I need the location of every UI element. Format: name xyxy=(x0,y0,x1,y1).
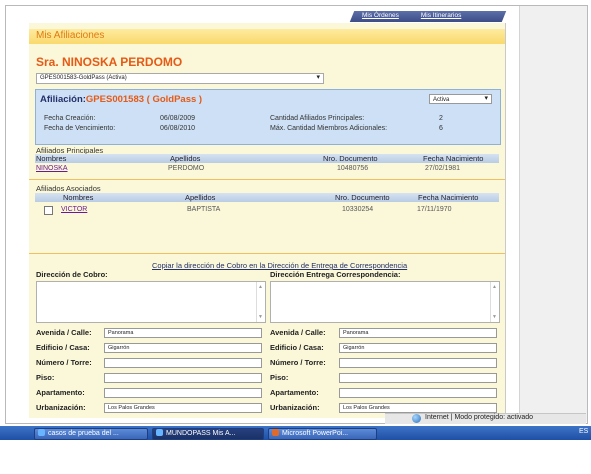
associates-header: Nombres Apellidos Nro. Documento Fecha N… xyxy=(35,193,499,202)
principal-count-label: Cantidad Afiliados Principales: xyxy=(270,115,365,122)
taskbar-item-ie-casos[interactable]: casos de prueba del ... xyxy=(34,428,148,440)
client-name: Sra. NINOSKA PERDOMO xyxy=(36,55,183,69)
affiliation-select-value: GPES001583-GoldPass (Activa) xyxy=(40,75,127,81)
principal-count-value: 2 xyxy=(439,115,443,122)
max-additional-value: 6 xyxy=(439,125,443,132)
scrollbar[interactable]: ▲ ▼ xyxy=(256,282,265,322)
associate-doc: 10330254 xyxy=(342,206,374,213)
chevron-down-icon: ▾ xyxy=(316,74,320,81)
delivery-address-textarea[interactable]: ▲ ▼ xyxy=(270,281,500,323)
taskbar-item-ie-mundopass[interactable]: MUNDOPASS Mis A... xyxy=(152,428,264,440)
delivery-urbanization-label: Urbanización: xyxy=(270,403,320,412)
principal-doc: 10480756 xyxy=(337,165,369,172)
col-nombres: Nombres xyxy=(36,154,67,163)
max-additional-label: Máx. Cantidad Miembros Adicionales: xyxy=(270,125,388,132)
delivery-building-label: Edificio / Casa: xyxy=(270,343,324,352)
billing-urbanization-label: Urbanización: xyxy=(36,403,86,412)
taskbar-item-label: Microsoft PowerPoi... xyxy=(282,430,349,437)
principal-name-link[interactable]: NINOSKA xyxy=(36,165,68,172)
browser-statusbar: Internet | Modo protegido: activado xyxy=(385,413,586,424)
delivery-floor-input[interactable] xyxy=(339,373,497,383)
delivery-number-input[interactable] xyxy=(339,358,497,368)
col-documento: Nro. Documento xyxy=(323,154,378,163)
created-value: 06/08/2009 xyxy=(160,115,196,122)
col-apellidos: Apellidos xyxy=(185,193,216,202)
billing-floor-label: Piso: xyxy=(36,373,55,382)
billing-building-label: Edificio / Casa: xyxy=(36,343,90,352)
affiliation-summary: Afiliación:GPES001583 ( GoldPass ) Activ… xyxy=(35,89,501,145)
top-nav: Mis Órdenes Mis Itinerarios xyxy=(362,12,502,22)
delivery-address-label: Dirección Entrega Correspondencia: xyxy=(270,270,401,279)
expiry-value: 06/08/2010 xyxy=(160,125,196,132)
ie-icon xyxy=(38,429,45,436)
delivery-floor-label: Piso: xyxy=(270,373,289,382)
billing-address-label: Dirección de Cobro: xyxy=(36,270,108,279)
billing-address-textarea[interactable]: ▲ ▼ xyxy=(36,281,266,323)
side-pane xyxy=(519,6,587,422)
billing-street-input[interactable]: Panorama xyxy=(104,328,262,338)
divider xyxy=(29,253,505,254)
powerpoint-icon xyxy=(272,429,279,436)
principal-dob: 27/02/1981 xyxy=(425,165,461,172)
delivery-street-input[interactable]: Panorama xyxy=(339,328,497,338)
associate-dob: 17/11/1970 xyxy=(417,206,452,213)
delivery-apartment-label: Apartamento: xyxy=(270,388,319,397)
status-select[interactable]: Activa ▾ xyxy=(429,94,492,104)
col-documento: Nro. Documento xyxy=(335,193,390,202)
main-content: Mis Afiliaciones Sra. NINOSKA PERDOMO GP… xyxy=(29,23,506,418)
taskbar-item-powerpoint[interactable]: Microsoft PowerPoi... xyxy=(268,428,377,440)
scroll-down-icon: ▼ xyxy=(492,314,497,320)
col-fecha-nacimiento: Fecha Nacimiento xyxy=(418,193,479,202)
col-apellidos: Apellidos xyxy=(170,154,201,163)
billing-building-input[interactable]: Gigarrón xyxy=(104,343,262,353)
scroll-up-icon: ▲ xyxy=(492,284,497,290)
delivery-number-label: Número / Torre: xyxy=(270,358,326,367)
taskbar-item-label: casos de prueba del ... xyxy=(48,430,119,437)
affiliation-select[interactable]: GPES001583-GoldPass (Activa) ▾ xyxy=(36,73,324,84)
expiry-label: Fecha de Vencimiento: xyxy=(44,125,116,132)
associates-title: Afiliados Asociados xyxy=(36,184,101,193)
globe-icon xyxy=(412,414,421,423)
associate-name-link[interactable]: VICTOR xyxy=(61,206,87,213)
language-indicator[interactable]: ES xyxy=(579,428,588,435)
scroll-down-icon: ▼ xyxy=(258,314,263,320)
col-fecha-nacimiento: Fecha Nacimiento xyxy=(423,154,484,163)
nav-link-orders[interactable]: Mis Órdenes xyxy=(362,12,399,22)
billing-floor-input[interactable] xyxy=(104,373,262,383)
billing-urbanization-input[interactable]: Los Palos Grandes xyxy=(104,403,262,413)
status-select-value: Activa xyxy=(433,97,450,103)
billing-number-input[interactable] xyxy=(104,358,262,368)
principals-header: Nombres Apellidos Nro. Documento Fecha N… xyxy=(35,154,499,163)
delivery-apartment-input[interactable] xyxy=(339,388,497,398)
col-nombres: Nombres xyxy=(63,193,94,202)
billing-apartment-label: Apartamento: xyxy=(36,388,85,397)
page-title: Mis Afiliaciones xyxy=(36,30,105,41)
nav-link-itineraries[interactable]: Mis Itinerarios xyxy=(421,12,461,22)
billing-street-label: Avenida / Calle: xyxy=(36,328,92,337)
delivery-urbanization-input[interactable]: Los Palos Grandes xyxy=(339,403,497,413)
affiliation-code: GPES001583 ( GoldPass ) xyxy=(85,94,203,105)
scroll-up-icon: ▲ xyxy=(258,284,263,290)
taskbar-item-label: MUNDOPASS Mis A... xyxy=(166,430,236,437)
affiliation-label: Afiliación: xyxy=(40,94,86,105)
associate-surname: BAPTISTA xyxy=(187,206,221,213)
scrollbar[interactable]: ▲ ▼ xyxy=(490,282,499,322)
taskbar: casos de prueba del ... MUNDOPASS Mis A.… xyxy=(0,426,591,440)
delivery-building-input[interactable]: Gigarrón xyxy=(339,343,497,353)
billing-number-label: Número / Torre: xyxy=(36,358,92,367)
page-header: Mis Afiliaciones xyxy=(29,29,505,44)
chevron-down-icon: ▾ xyxy=(484,95,488,102)
created-label: Fecha Creación: xyxy=(44,115,96,122)
affiliation-heading: Afiliación:GPES001583 ( GoldPass ) xyxy=(40,94,202,105)
associate-checkbox[interactable] xyxy=(44,206,53,215)
principal-surname: PERDOMO xyxy=(168,165,205,172)
zone-status-text: Internet | Modo protegido: activado xyxy=(425,414,534,421)
billing-apartment-input[interactable] xyxy=(104,388,262,398)
delivery-street-label: Avenida / Calle: xyxy=(270,328,326,337)
copy-address-link[interactable]: Copiar la dirección de Cobro en la Direc… xyxy=(152,261,407,270)
divider xyxy=(29,179,505,180)
ie-icon xyxy=(156,429,163,436)
